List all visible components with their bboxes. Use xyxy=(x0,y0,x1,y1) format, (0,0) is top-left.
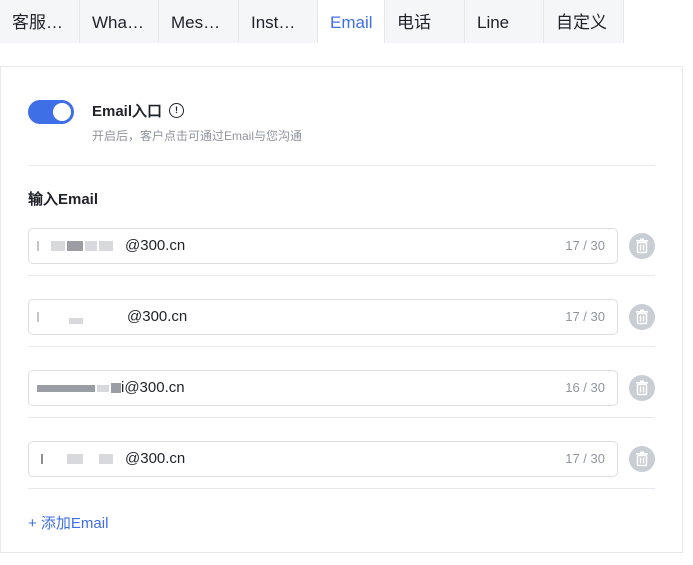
char-counter: 16 / 30 xyxy=(565,380,605,395)
divider xyxy=(28,488,655,489)
char-counter: 17 / 30 xyxy=(565,309,605,324)
divider xyxy=(28,346,655,347)
email-value: @300.cn xyxy=(125,450,186,467)
tab-email[interactable]: Email xyxy=(318,0,385,43)
char-counter: 17 / 30 xyxy=(565,451,605,466)
redacted-text xyxy=(37,312,39,322)
email-input-3[interactable]: i@300.cn 16 / 30 xyxy=(28,370,618,406)
trash-icon xyxy=(636,451,648,467)
tab-instagram[interactable]: Inst… xyxy=(239,0,318,43)
redacted-text xyxy=(67,241,83,251)
email-entry-title: Email入口 ! xyxy=(92,100,185,121)
add-email-link[interactable]: + 添加Email xyxy=(28,512,108,533)
email-settings-panel: Email入口 ! 开启后，客户点击可通过Email与您沟通 输入Email @… xyxy=(0,66,683,553)
redacted-text xyxy=(99,241,113,251)
redacted-text xyxy=(41,454,43,464)
redacted-text xyxy=(37,241,39,251)
tab-custom[interactable]: 自定义 xyxy=(544,0,624,43)
redacted-text xyxy=(97,385,109,392)
delete-email-button[interactable] xyxy=(629,446,655,472)
email-input-1[interactable]: @300.cn 17 / 30 xyxy=(28,228,618,264)
divider xyxy=(28,165,655,166)
tab-messenger[interactable]: Mes… xyxy=(159,0,239,43)
redacted-text xyxy=(85,241,97,251)
tab-phone[interactable]: 电话 xyxy=(385,0,465,43)
redacted-text xyxy=(69,318,83,324)
delete-email-button[interactable] xyxy=(629,304,655,330)
email-value: i@300.cn xyxy=(121,379,185,396)
channel-tabs: 客服… Wha… Mes… Inst… Email 电话 Line 自定义 xyxy=(0,0,624,43)
email-entry-toggle[interactable] xyxy=(28,100,74,124)
tab-line[interactable]: Line xyxy=(465,0,544,43)
redacted-text xyxy=(111,383,121,393)
toggle-knob xyxy=(53,103,71,121)
redacted-text xyxy=(37,385,95,392)
input-email-heading: 输入Email xyxy=(28,191,99,208)
divider xyxy=(28,417,655,418)
email-value: @300.cn xyxy=(127,308,188,325)
redacted-text xyxy=(99,454,113,464)
char-counter: 17 / 30 xyxy=(565,238,605,253)
email-entry-description: 开启后，客户点击可通过Email与您沟通 xyxy=(92,129,303,143)
email-input-4[interactable]: @300.cn 17 / 30 xyxy=(28,441,618,477)
tab-whatsapp[interactable]: Wha… xyxy=(80,0,159,43)
trash-icon xyxy=(636,238,648,254)
delete-email-button[interactable] xyxy=(629,375,655,401)
email-input-2[interactable]: @300.cn 17 / 30 xyxy=(28,299,618,335)
divider xyxy=(28,275,655,276)
trash-icon xyxy=(636,380,648,396)
info-circle-icon[interactable]: ! xyxy=(169,103,185,118)
email-value: @300.cn xyxy=(125,237,186,254)
tab-customer-service[interactable]: 客服… xyxy=(0,0,80,43)
delete-email-button[interactable] xyxy=(629,233,655,259)
trash-icon xyxy=(636,309,648,325)
email-entry-label: Email入口 xyxy=(92,103,163,120)
redacted-text xyxy=(67,454,83,464)
redacted-text xyxy=(51,241,65,251)
